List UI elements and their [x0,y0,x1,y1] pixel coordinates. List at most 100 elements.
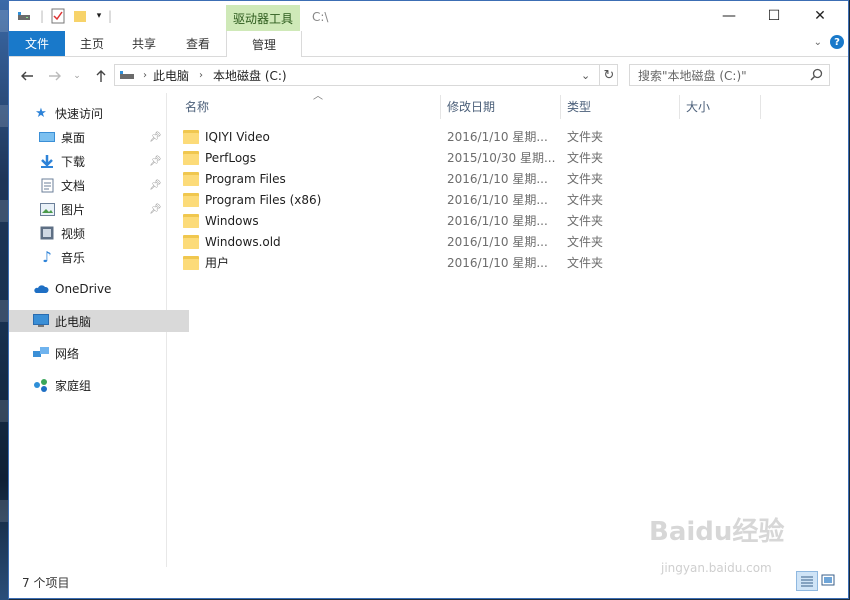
column-divider[interactable] [760,95,761,119]
maximize-icon: ☐ [767,8,781,24]
nav-this-pc[interactable]: 此电脑 [9,310,189,332]
video-icon [39,225,55,241]
file-type: 文件夹 [567,214,604,228]
folder-icon [183,255,199,270]
address-bar[interactable]: › 此电脑 › 本地磁盘 (C:) ⌄ ↻ [114,64,618,86]
file-list-pane: ︿ 名称 修改日期 类型 大小 IQIYI Video 2016/1/10 星期.… [167,91,848,567]
file-name-cell: Program Files [179,168,286,189]
file-row[interactable]: Program Files 2016/1/10 星期... 文件夹 [179,168,839,189]
music-icon: ♪ [42,248,52,266]
column-header-type[interactable]: 类型 [567,93,677,119]
file-row[interactable]: Program Files (x86) 2016/1/10 星期... 文件夹 [179,189,839,210]
picture-icon [39,201,55,217]
column-divider[interactable] [560,95,561,119]
help-icon[interactable]: ? [830,35,844,49]
tab-manage[interactable]: 管理 [226,31,302,57]
file-name-cell: Windows.old [179,231,281,252]
breadcrumb-this-pc[interactable]: 此电脑 [153,67,189,84]
column-header-date[interactable]: 修改日期 [447,93,557,119]
file-row[interactable]: Windows.old 2016/1/10 星期... 文件夹 [179,231,839,252]
file-type: 文件夹 [567,256,604,270]
nav-label: 此电脑 [55,314,92,329]
file-date: 2015/10/30 星期... [447,151,556,165]
pin-icon[interactable]: 📌︎ [149,204,162,215]
navigation-bar: ⌄ › 此电脑 › 本地磁盘 (C:) ⌄ ↻ 搜索"本地磁盘 (C:)" [9,59,848,92]
column-header-name[interactable]: 名称 [185,93,435,119]
file-name: Program Files [205,171,286,186]
details-view-icon [801,576,813,587]
column-divider[interactable] [440,95,441,119]
desktop-icon [39,129,55,145]
nav-label: 下载 [61,154,86,169]
file-name-cell: Windows [179,210,259,231]
large-icons-view-button[interactable] [818,571,838,589]
window-title: C:\ [312,10,329,24]
back-button[interactable] [17,66,37,86]
nav-label: 快速访问 [55,106,104,121]
close-button[interactable]: ✕ [797,1,843,31]
toolbar-divider: | [39,9,45,23]
nav-label: 网络 [55,346,80,361]
minimize-button[interactable]: — [706,1,752,31]
file-name: Program Files (x86) [205,192,322,207]
file-row[interactable]: IQIYI Video 2016/1/10 星期... 文件夹 [179,126,839,147]
folder-icon [183,213,199,228]
recent-locations-icon[interactable]: ⌄ [67,66,87,86]
minimize-icon: — [722,8,736,24]
pin-icon[interactable]: 📌︎ [149,132,162,143]
quick-access-dropdown-icon[interactable]: ▾ [93,7,105,25]
refresh-icon[interactable]: ↻ [599,65,618,85]
file-name: Windows [205,213,259,228]
new-folder-icon[interactable] [71,7,89,25]
maximize-button[interactable]: ☐ [751,1,797,31]
nav-network[interactable]: 网络 [9,342,189,364]
column-divider[interactable] [679,95,680,119]
title-bar: | ▾ | 驱动器工具 C:\ — ☐ ✕ [9,1,848,31]
nav-homegroup[interactable]: 家庭组 [9,374,189,396]
column-header-size[interactable]: 大小 [686,93,756,119]
file-date: 2016/1/10 星期... [447,172,548,186]
nav-label: 图片 [61,202,86,217]
toolbar-divider-2: | [107,9,113,23]
file-name-cell: Program Files (x86) [179,189,321,210]
file-date: 2016/1/10 星期... [447,214,548,228]
address-dropdown-icon[interactable]: ⌄ [581,69,590,82]
nav-label: 家庭组 [55,378,92,393]
properties-icon[interactable] [49,7,67,25]
file-name-cell: PerfLogs [179,147,256,168]
computer-icon [33,313,49,329]
nav-label: 桌面 [61,130,86,145]
file-row[interactable]: Windows 2016/1/10 星期... 文件夹 [179,210,839,231]
file-type: 文件夹 [567,235,604,249]
tab-share[interactable]: 共享 [119,31,169,56]
tab-home[interactable]: 主页 [65,31,119,56]
pin-icon[interactable]: 📌︎ [149,156,162,167]
file-name: PerfLogs [205,150,257,165]
nav-label: OneDrive [55,282,112,296]
details-view-button[interactable] [796,571,818,591]
folder-icon [183,129,199,144]
folder-icon [183,171,199,186]
file-row[interactable]: PerfLogs 2015/10/30 星期... 文件夹 [179,147,839,168]
chevron-right-icon: › [143,69,147,81]
search-box[interactable]: 搜索"本地磁盘 (C:)" [629,64,830,86]
pin-icon[interactable]: 📌︎ [149,180,162,191]
navigation-pane: ★ 快速访问 桌面 📌︎ 下载 📌︎ 文档 📌︎ 图片 📌︎ 视频 ♪ 音乐 O… [9,93,189,567]
tab-view[interactable]: 查看 [172,31,224,56]
file-name: 用户 [205,256,230,270]
tab-file[interactable]: 文件 [9,31,65,56]
watermark-logo: Baidu经验 [649,517,785,547]
drive-tools-context-tab: 驱动器工具 [226,5,300,31]
nav-quick-access[interactable]: ★ 快速访问 [9,102,189,124]
forward-button[interactable] [45,66,65,86]
file-date: 2016/1/10 星期... [447,256,548,270]
expand-ribbon-icon[interactable]: ⌄ [814,37,822,48]
status-bar: 7 个项目 [9,567,848,598]
breadcrumb-local-disk[interactable]: 本地磁盘 (C:) [213,67,287,84]
nav-label: 音乐 [61,250,86,265]
nav-onedrive[interactable]: OneDrive [9,278,189,300]
document-icon [39,177,55,193]
file-row[interactable]: 用户 2016/1/10 星期... 文件夹 [179,252,839,273]
file-name-cell: 用户 [179,252,229,273]
up-button[interactable] [91,66,111,86]
